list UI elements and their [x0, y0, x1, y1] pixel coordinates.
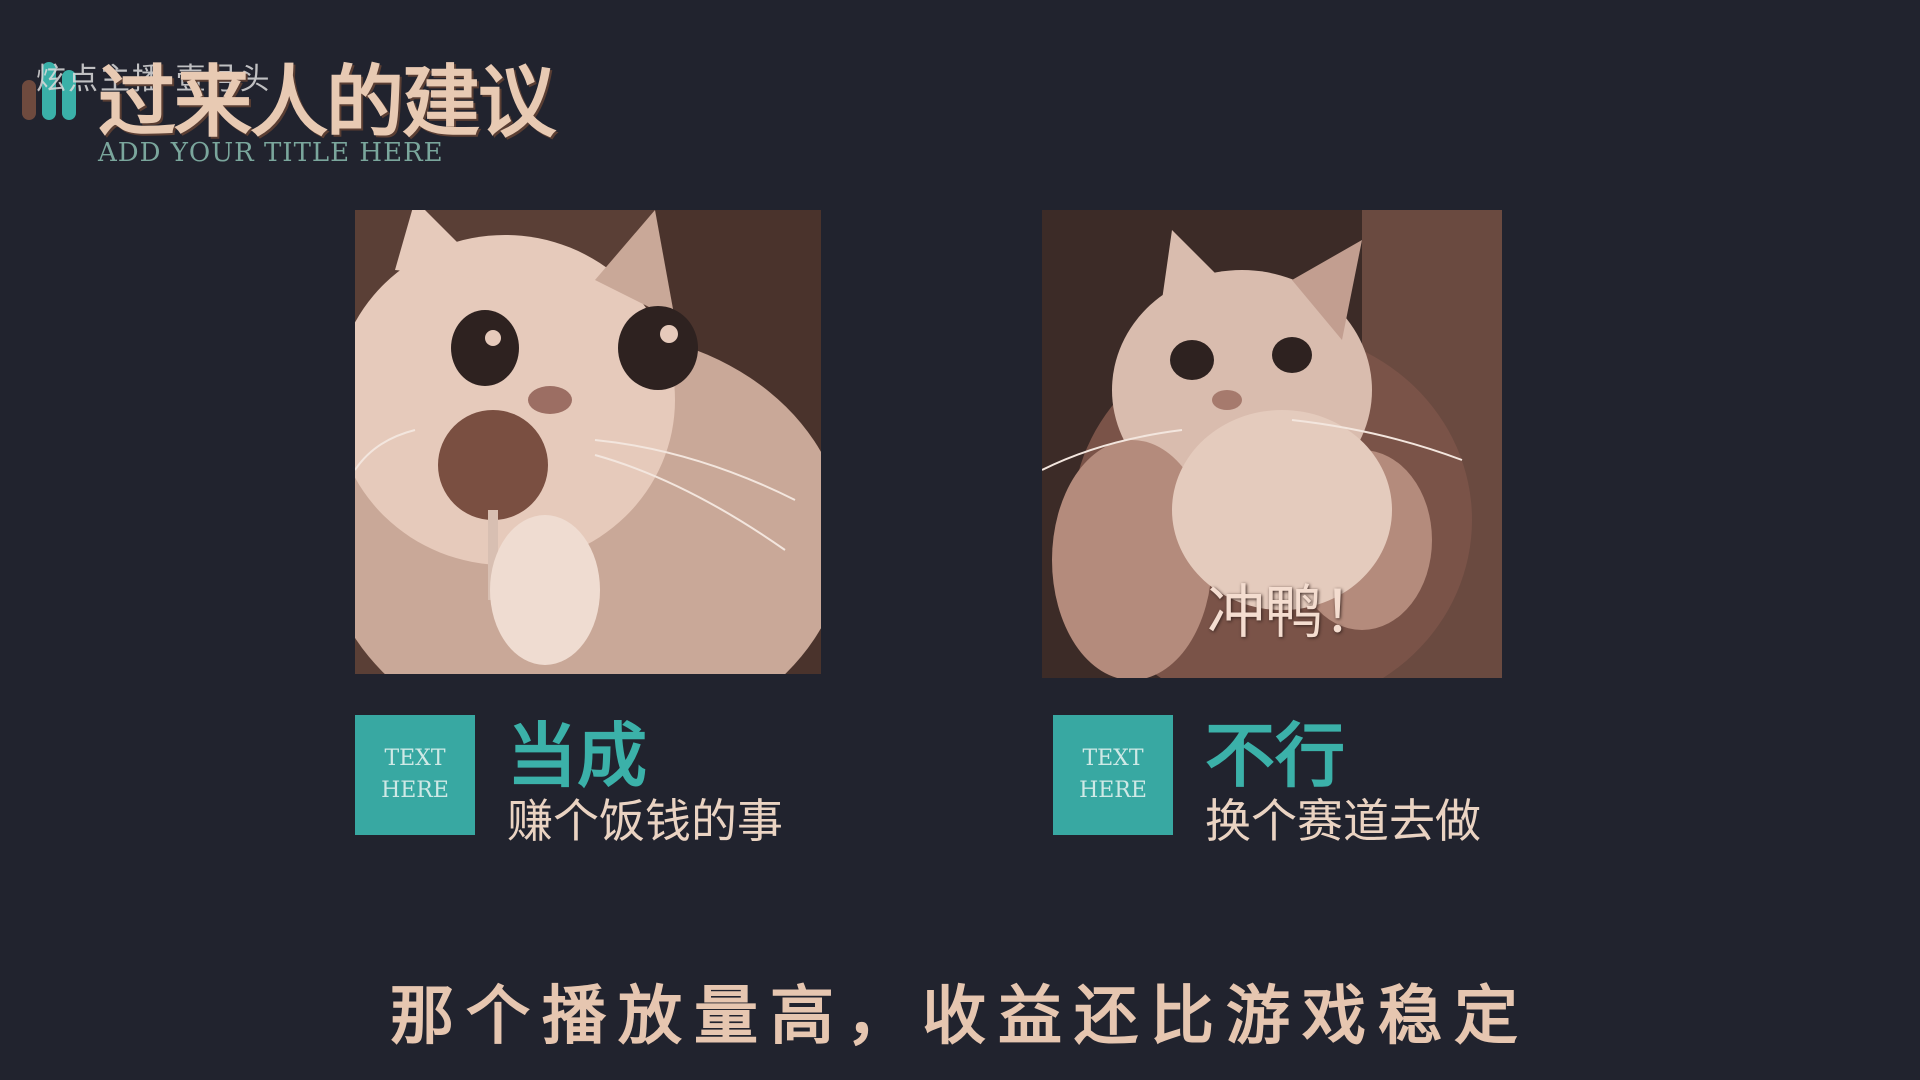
badge-line: HERE: [381, 778, 449, 803]
cat-lollipop-photo: [355, 210, 821, 674]
slide-subtitle: ADD YOUR TITLE HERE: [98, 138, 444, 168]
card-text: 赚个饭钱的事: [507, 794, 783, 848]
video-subtitle: 那个播放量高，收益还比游戏稳定: [390, 980, 1530, 1054]
slide-title: 过来人的建议: [98, 58, 556, 148]
cat-held-photo: 冲鸭！: [1042, 210, 1502, 678]
image-caption: 冲鸭！: [1207, 578, 1382, 646]
text-here-badge: TEXT HERE: [355, 715, 475, 835]
badge-line: TEXT: [384, 746, 446, 771]
card-text: 换个赛道去做: [1205, 794, 1481, 848]
text-here-badge: TEXT HERE: [1053, 715, 1173, 835]
badge-line: TEXT: [1082, 746, 1144, 771]
badge-line: HERE: [1079, 778, 1147, 803]
